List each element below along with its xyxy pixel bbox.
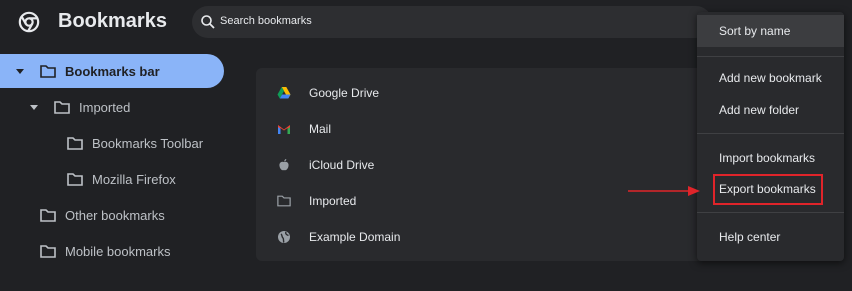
folder-icon bbox=[67, 136, 83, 150]
bookmark-label: Example Domain bbox=[309, 230, 401, 244]
sidebar-item-label: Imported bbox=[79, 99, 131, 115]
menu-divider bbox=[697, 56, 844, 57]
sidebar-item-bookmarks-bar[interactable]: Bookmarks bar bbox=[0, 54, 224, 88]
page-title: Bookmarks bbox=[58, 10, 167, 32]
sidebar-item-label: Bookmarks Toolbar bbox=[92, 135, 204, 151]
sidebar-item-mobile-bookmarks[interactable]: Mobile bookmarks bbox=[0, 234, 224, 268]
sidebar-item-bookmarks-toolbar[interactable]: Bookmarks Toolbar bbox=[0, 126, 224, 160]
bookmark-label: Imported bbox=[309, 194, 357, 208]
menu-item-help-center[interactable]: Help center bbox=[697, 221, 844, 253]
sidebar-item-mozilla-firefox[interactable]: Mozilla Firefox bbox=[0, 162, 224, 196]
list-item[interactable]: Mail bbox=[256, 111, 726, 147]
sidebar-item-label: Mobile bookmarks bbox=[65, 243, 171, 259]
google-drive-icon bbox=[277, 87, 291, 99]
caret-down-icon[interactable] bbox=[28, 101, 40, 113]
sidebar-item-label: Bookmarks bar bbox=[65, 63, 160, 79]
bookmark-label: iCloud Drive bbox=[309, 158, 375, 172]
caret-down-icon[interactable] bbox=[14, 65, 26, 77]
folder-icon bbox=[54, 100, 70, 114]
apple-icon bbox=[279, 159, 289, 171]
bookmark-label: Google Drive bbox=[309, 86, 380, 100]
annotation-highlight-box bbox=[713, 174, 823, 205]
sidebar-item-label: Mozilla Firefox bbox=[92, 171, 176, 187]
annotation-arrow-icon bbox=[628, 186, 700, 196]
search-placeholder: Search bookmarks bbox=[220, 15, 312, 27]
search-icon bbox=[201, 15, 215, 29]
sidebar-item-imported[interactable]: Imported bbox=[0, 90, 224, 124]
search-input[interactable]: Search bookmarks bbox=[192, 6, 712, 38]
folder-icon bbox=[277, 195, 291, 207]
sidebar-item-label: Other bookmarks bbox=[65, 207, 165, 223]
organize-menu: Sort by name Add new bookmark Add new fo… bbox=[697, 12, 844, 261]
menu-divider bbox=[697, 212, 844, 213]
globe-icon bbox=[278, 231, 290, 243]
chrome-logo-icon bbox=[18, 11, 40, 33]
menu-item-add-new-bookmark[interactable]: Add new bookmark bbox=[697, 62, 844, 94]
folder-icon bbox=[40, 244, 56, 258]
bookmark-list: Google Drive Mail iCloud Drive Imported … bbox=[256, 68, 726, 261]
bookmark-label: Mail bbox=[309, 122, 332, 136]
list-item[interactable]: Google Drive bbox=[256, 75, 726, 111]
list-item[interactable]: Example Domain bbox=[256, 219, 726, 255]
list-item[interactable]: iCloud Drive bbox=[256, 147, 726, 183]
sidebar-item-other-bookmarks[interactable]: Other bookmarks bbox=[0, 198, 224, 232]
menu-item-add-new-folder[interactable]: Add new folder bbox=[697, 94, 844, 126]
gmail-icon bbox=[278, 125, 290, 134]
menu-divider bbox=[697, 133, 844, 134]
folder-icon bbox=[40, 64, 56, 78]
menu-item-import-bookmarks[interactable]: Import bookmarks bbox=[697, 142, 844, 174]
folder-icon bbox=[67, 172, 83, 186]
folder-icon bbox=[40, 208, 56, 222]
menu-item-sort-by-name[interactable]: Sort by name bbox=[697, 15, 844, 47]
